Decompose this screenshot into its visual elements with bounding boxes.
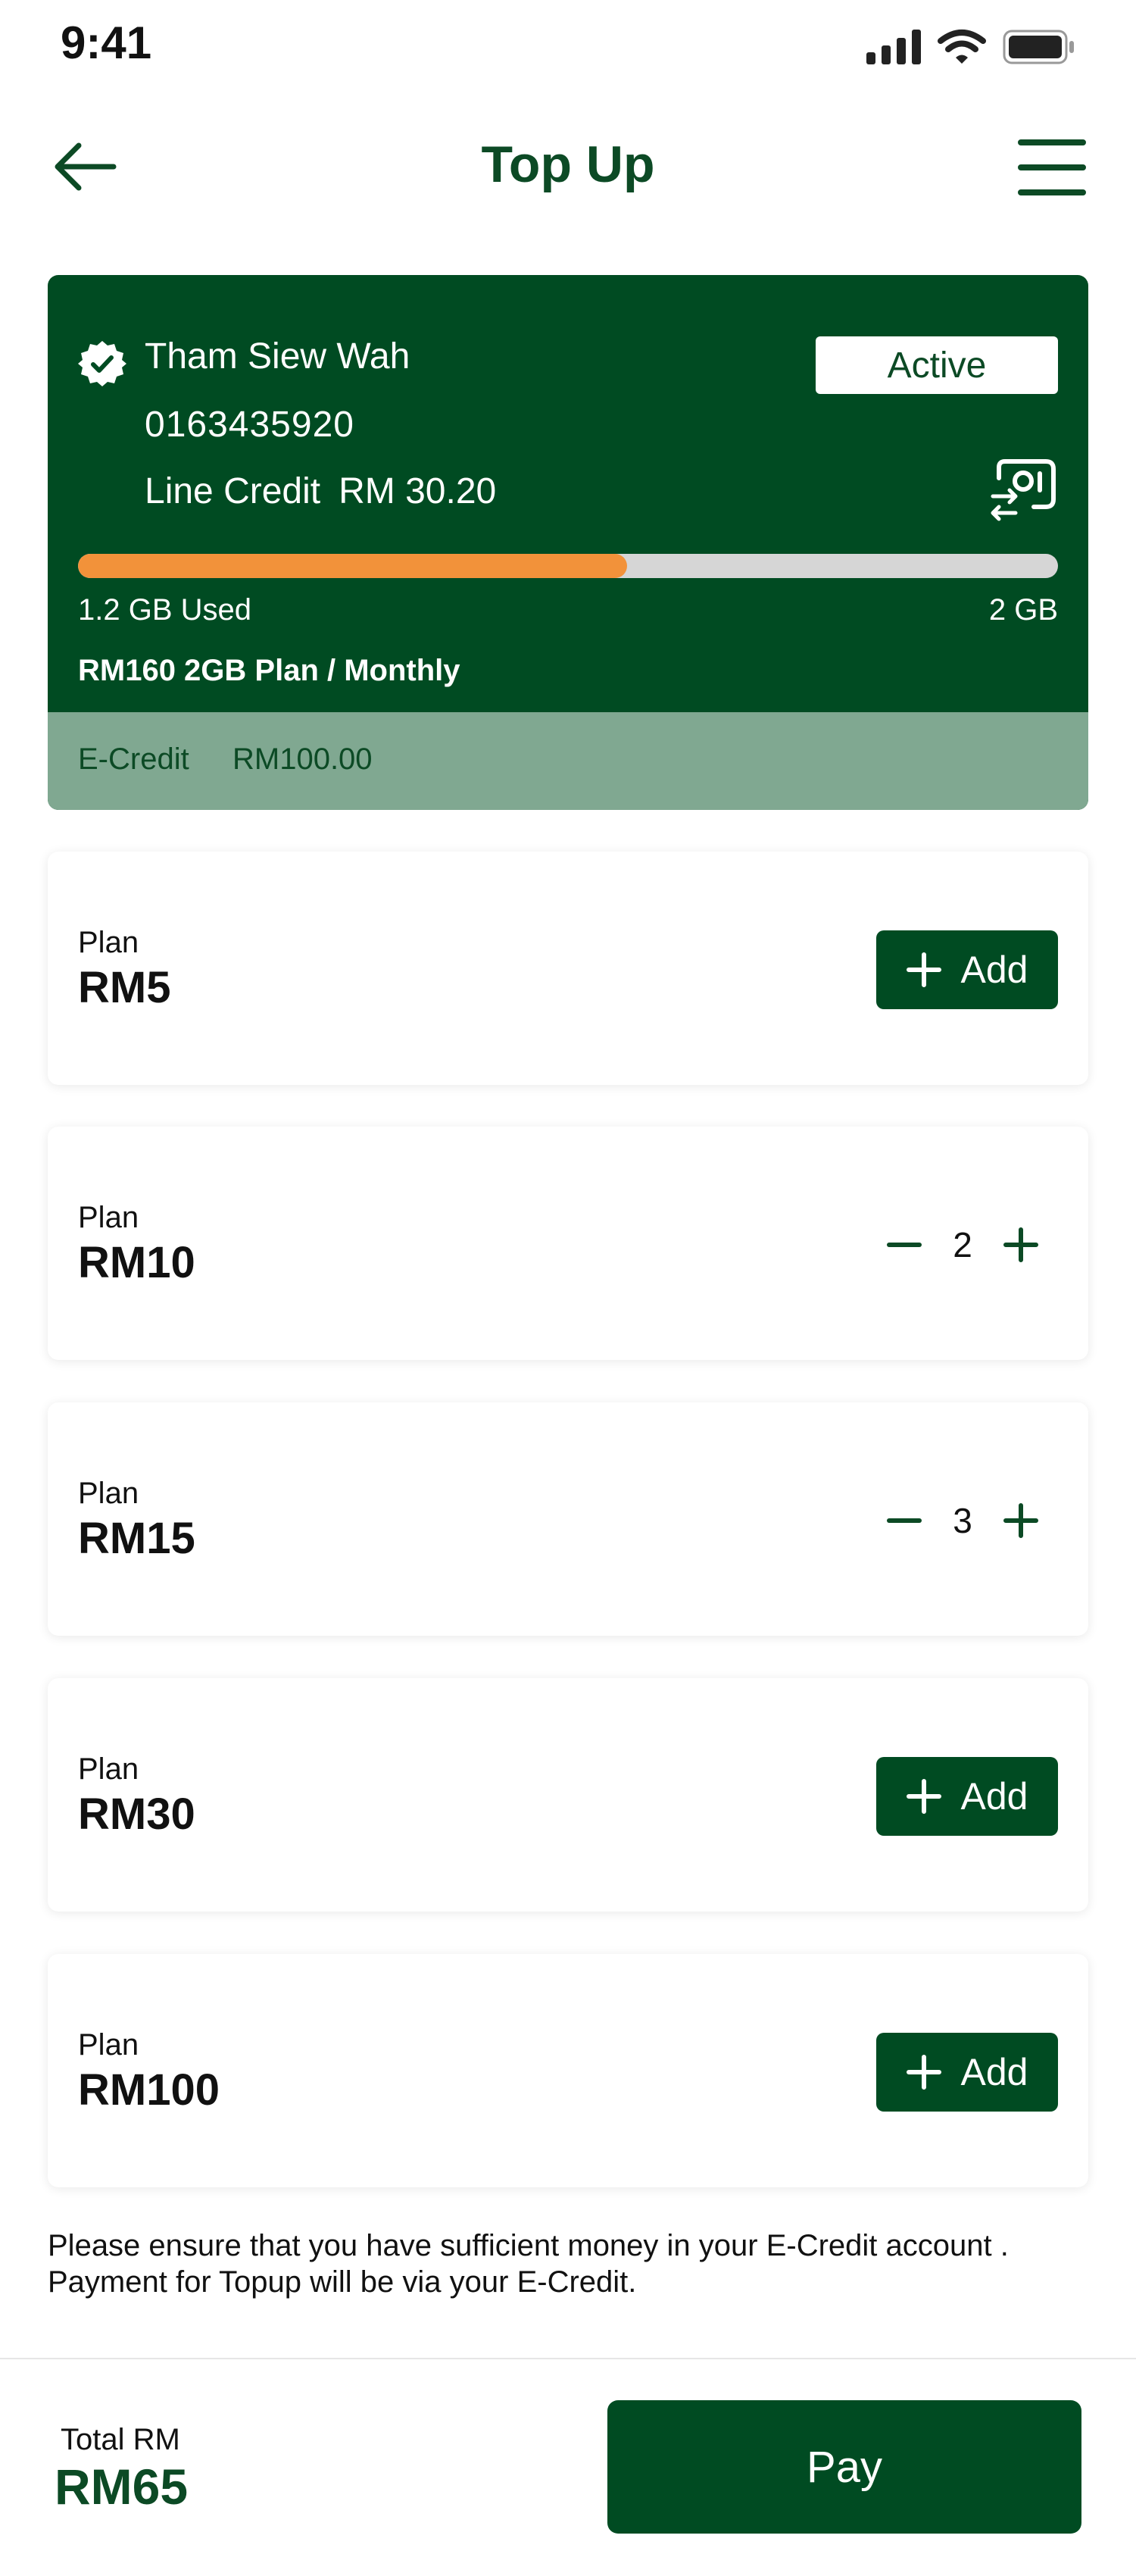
line-credit: Line Credit RM 30.20 (145, 470, 496, 512)
plan-card-rm100: Plan RM100 Add (48, 1954, 1088, 2187)
plan-price: RM5 (78, 963, 171, 1012)
page-title: Top Up (481, 136, 655, 193)
ecredit-bar: E-Credit RM100.00 (48, 712, 1088, 810)
verified-badge-icon (78, 341, 126, 386)
plus-icon (906, 1779, 941, 1814)
add-button-label: Add (960, 1775, 1028, 1818)
minus-icon[interactable] (887, 1503, 922, 1538)
ecredit-label: E-Credit (78, 742, 189, 776)
plus-icon[interactable] (1003, 1227, 1038, 1262)
plan-label: Plan (78, 1201, 139, 1234)
quantity-stepper: 3 (887, 1490, 1038, 1551)
hamburger-menu-icon[interactable] (1018, 135, 1086, 200)
plan-price: RM15 (78, 1514, 195, 1563)
add-button-label: Add (960, 2051, 1028, 2093)
switch-sim-icon[interactable] (988, 457, 1058, 524)
ecredit-value: RM100.00 (233, 742, 373, 776)
plus-icon[interactable] (1003, 1503, 1038, 1538)
status-badge: Active (816, 336, 1058, 394)
data-usage-fill (78, 554, 627, 578)
data-capacity-text: 2 GB (988, 593, 1058, 627)
data-usage-bar (78, 554, 1058, 578)
plan-card-rm15: Plan RM15 3 (48, 1402, 1088, 1636)
plan-card-rm30: Plan RM30 Add (48, 1678, 1088, 1912)
status-time: 9:41 (61, 17, 152, 68)
quantity-stepper: 2 (887, 1215, 1038, 1275)
pay-button[interactable]: Pay (607, 2400, 1081, 2534)
status-icons (866, 29, 1075, 65)
plan-label: Plan (78, 1477, 139, 1510)
account-card: Tham Siew Wah 0163435920 Line Credit RM 3… (48, 275, 1088, 810)
data-used-text: 1.2 GB Used (78, 593, 252, 627)
plus-icon (906, 2055, 941, 2090)
plan-label: Plan (78, 926, 139, 959)
plan-price: RM10 (78, 1238, 195, 1287)
payment-note: Please ensure that you have sufficient m… (48, 2229, 1009, 2299)
plan-price: RM100 (78, 2065, 220, 2115)
account-phone: 0163435920 (145, 405, 354, 445)
signal-icon (866, 30, 921, 64)
plan-label: Plan (78, 1752, 139, 1786)
plan-label: Plan (78, 2028, 139, 2062)
quantity-value: 2 (953, 1225, 972, 1265)
footer-divider (0, 2358, 1136, 2359)
plan-card-rm5: Plan RM5 Add (48, 852, 1088, 1085)
total-value: RM65 (55, 2459, 189, 2515)
account-name: Tham Siew Wah (145, 336, 410, 377)
line-credit-value: RM 30.20 (339, 471, 497, 511)
plus-icon (906, 952, 941, 987)
add-button[interactable]: Add (876, 1757, 1058, 1836)
total-label: Total RM (61, 2423, 180, 2456)
line-credit-label: Line Credit (145, 471, 321, 511)
add-button[interactable]: Add (876, 2033, 1058, 2112)
plan-price: RM30 (78, 1790, 195, 1839)
current-plan-name: RM160 2GB Plan / Monthly (78, 654, 460, 687)
plan-card-rm10: Plan RM10 2 (48, 1127, 1088, 1360)
add-button-label: Add (960, 949, 1028, 991)
battery-icon (1003, 30, 1074, 64)
quantity-value: 3 (953, 1501, 972, 1540)
add-button[interactable]: Add (876, 930, 1058, 1009)
wifi-icon (938, 30, 986, 64)
minus-icon[interactable] (887, 1227, 922, 1262)
